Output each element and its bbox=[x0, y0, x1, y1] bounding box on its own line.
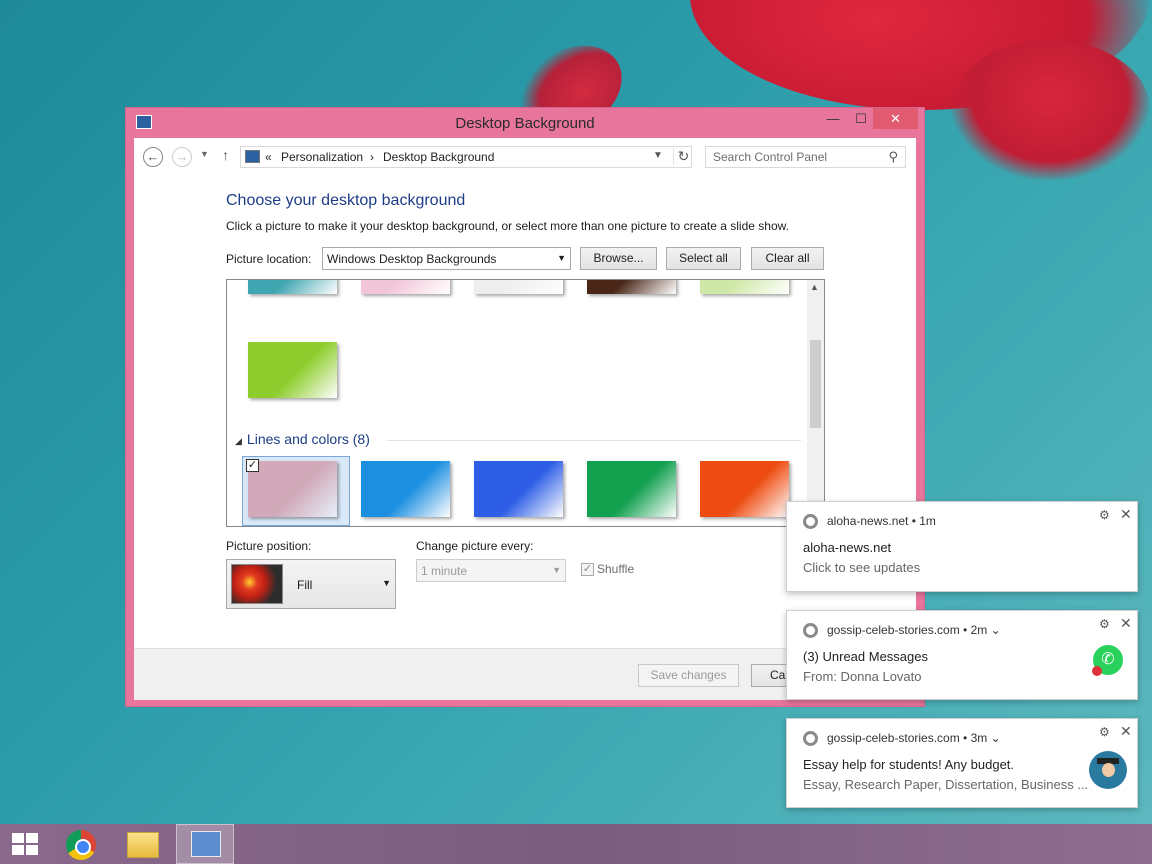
background-thumbnail[interactable] bbox=[587, 461, 676, 517]
taskbar bbox=[0, 824, 1152, 864]
notification-title: (3) Unread Messages bbox=[803, 649, 928, 664]
notification-body: Click to see updates bbox=[803, 560, 921, 575]
chrome-logo-icon bbox=[66, 830, 96, 860]
control-panel-icon bbox=[245, 150, 260, 163]
maximize-button[interactable]: ☐ bbox=[847, 108, 875, 129]
page-description: Click a picture to make it your desktop … bbox=[226, 219, 789, 233]
group-divider bbox=[387, 440, 801, 441]
browse-button[interactable]: Browse... bbox=[580, 247, 657, 270]
navigation-bar: ← → ▼ ↑ « Personalization › Desktop Back… bbox=[134, 138, 916, 176]
gallery-group-title: Lines and colors (8) bbox=[246, 431, 370, 447]
background-thumbnail[interactable] bbox=[587, 280, 676, 294]
breadcrumb-prefix[interactable]: « bbox=[265, 150, 272, 164]
close-icon[interactable]: ✕ bbox=[1120, 615, 1132, 632]
scroll-up-arrow-icon[interactable]: ▲ bbox=[810, 282, 819, 292]
gear-icon[interactable]: ⚙ bbox=[1099, 508, 1110, 522]
folder-icon bbox=[127, 832, 159, 858]
background-thumbnail[interactable] bbox=[474, 280, 563, 294]
picture-location-select[interactable]: Windows Desktop Backgrounds ▼ bbox=[322, 247, 571, 270]
notification-card[interactable]: gossip-celeb-stories.com • 2m ⌄ ⚙ ✕ (3) … bbox=[786, 610, 1138, 700]
title-bar[interactable]: Desktop Background — ☐ ✕ bbox=[126, 108, 924, 138]
back-button[interactable]: ← bbox=[143, 147, 163, 167]
page-title: Choose your desktop background bbox=[226, 192, 466, 209]
background-thumbnail[interactable] bbox=[700, 280, 789, 294]
taskbar-file-explorer[interactable] bbox=[114, 824, 172, 864]
minimize-button[interactable]: — bbox=[819, 108, 847, 129]
clear-all-button[interactable]: Clear all bbox=[751, 247, 824, 270]
change-picture-label: Change picture every: bbox=[416, 539, 534, 553]
scrollbar-thumb[interactable] bbox=[810, 340, 821, 428]
search-placeholder: Search Control Panel bbox=[713, 150, 828, 164]
window-title: Desktop Background bbox=[455, 115, 595, 132]
gallery-group-header[interactable]: ◢ Lines and colors (8) bbox=[235, 431, 370, 447]
chrome-icon bbox=[803, 514, 818, 529]
notification-source[interactable]: gossip-celeb-stories.com • 3m ⌄ bbox=[827, 731, 1001, 745]
chrome-icon bbox=[803, 731, 818, 746]
address-chevron-down-icon[interactable]: ▼ bbox=[653, 150, 663, 161]
background-thumbnail[interactable] bbox=[361, 280, 450, 294]
picture-location-value: Windows Desktop Backgrounds bbox=[327, 252, 497, 266]
up-button[interactable]: ↑ bbox=[222, 147, 229, 163]
shuffle-label: Shuffle bbox=[597, 562, 635, 576]
picture-position-label: Picture position: bbox=[226, 539, 312, 553]
graduate-face bbox=[1102, 763, 1115, 777]
notification-body: Essay, Research Paper, Dissertation, Bus… bbox=[803, 777, 1089, 792]
thumbnail-checkbox[interactable]: ✓ bbox=[246, 459, 259, 472]
taskbar-chrome[interactable] bbox=[52, 824, 110, 864]
wallpaper-flower-petal bbox=[950, 40, 1150, 180]
background-thumbnail[interactable] bbox=[474, 461, 563, 517]
gallery-scrollbar[interactable]: ▲ bbox=[807, 280, 824, 526]
chevron-down-icon: ▼ bbox=[557, 253, 566, 263]
picture-position-value: Fill bbox=[297, 578, 313, 592]
collapse-triangle-icon[interactable]: ◢ bbox=[235, 436, 242, 446]
refresh-button[interactable]: ↻ bbox=[673, 148, 693, 165]
windows-logo-icon bbox=[12, 833, 38, 855]
notification-card[interactable]: gossip-celeb-stories.com • 3m ⌄ ⚙ ✕ Essa… bbox=[786, 718, 1138, 808]
search-icon[interactable]: ⚲ bbox=[888, 149, 898, 165]
chevron-down-icon: ▼ bbox=[552, 565, 561, 575]
close-button[interactable]: ✕ bbox=[873, 108, 918, 129]
notification-source: aloha-news.net • 1m bbox=[827, 514, 936, 528]
notification-title: Essay help for students! Any budget. bbox=[803, 757, 1015, 772]
close-icon[interactable]: ✕ bbox=[1120, 506, 1132, 523]
breadcrumb-personalization[interactable]: Personalization bbox=[281, 150, 363, 164]
recent-locations-chevron-icon[interactable]: ▼ bbox=[200, 149, 209, 159]
background-thumbnail[interactable] bbox=[248, 280, 337, 294]
forward-button[interactable]: → bbox=[172, 147, 192, 167]
address-bar[interactable]: « Personalization › Desktop Background ▼… bbox=[240, 146, 692, 168]
notification-body: From: Donna Lovato bbox=[803, 669, 922, 684]
close-icon[interactable]: ✕ bbox=[1120, 723, 1132, 740]
picture-location-label: Picture location: bbox=[226, 252, 312, 266]
gear-icon[interactable]: ⚙ bbox=[1099, 725, 1110, 739]
control-panel-icon bbox=[191, 831, 221, 857]
change-interval-value: 1 minute bbox=[421, 564, 468, 578]
search-input[interactable]: Search Control Panel ⚲ bbox=[705, 146, 906, 168]
heart-badge-icon bbox=[1092, 666, 1102, 676]
notification-source[interactable]: gossip-celeb-stories.com • 2m ⌄ bbox=[827, 623, 1001, 637]
taskbar-control-panel[interactable] bbox=[176, 824, 234, 864]
background-thumbnail[interactable] bbox=[248, 461, 337, 517]
background-thumbnail[interactable] bbox=[361, 461, 450, 517]
breadcrumb-separator: › bbox=[370, 150, 374, 164]
breadcrumb-desktop-background[interactable]: Desktop Background bbox=[383, 150, 494, 164]
select-all-button[interactable]: Select all bbox=[666, 247, 741, 270]
change-interval-select[interactable]: 1 minute ▼ bbox=[416, 559, 566, 582]
notification-title: aloha-news.net bbox=[803, 540, 892, 555]
chevron-down-icon: ▼ bbox=[382, 578, 391, 588]
background-thumbnail[interactable] bbox=[248, 342, 337, 398]
shuffle-checkbox[interactable]: ✓ bbox=[581, 563, 594, 576]
notification-card[interactable]: aloha-news.net • 1m ⚙ ✕ aloha-news.net C… bbox=[786, 501, 1138, 592]
background-gallery[interactable]: ◢ Lines and colors (8) ✓ ▲ bbox=[226, 279, 825, 527]
gear-icon[interactable]: ⚙ bbox=[1099, 617, 1110, 631]
chrome-icon bbox=[803, 623, 818, 638]
start-button[interactable] bbox=[0, 824, 58, 864]
picture-position-select[interactable]: Fill ▼ bbox=[226, 559, 396, 609]
graduate-avatar-icon bbox=[1089, 751, 1127, 789]
position-preview-thumbnail bbox=[231, 564, 283, 604]
save-changes-button[interactable]: Save changes bbox=[638, 664, 739, 687]
background-thumbnail[interactable] bbox=[700, 461, 789, 517]
